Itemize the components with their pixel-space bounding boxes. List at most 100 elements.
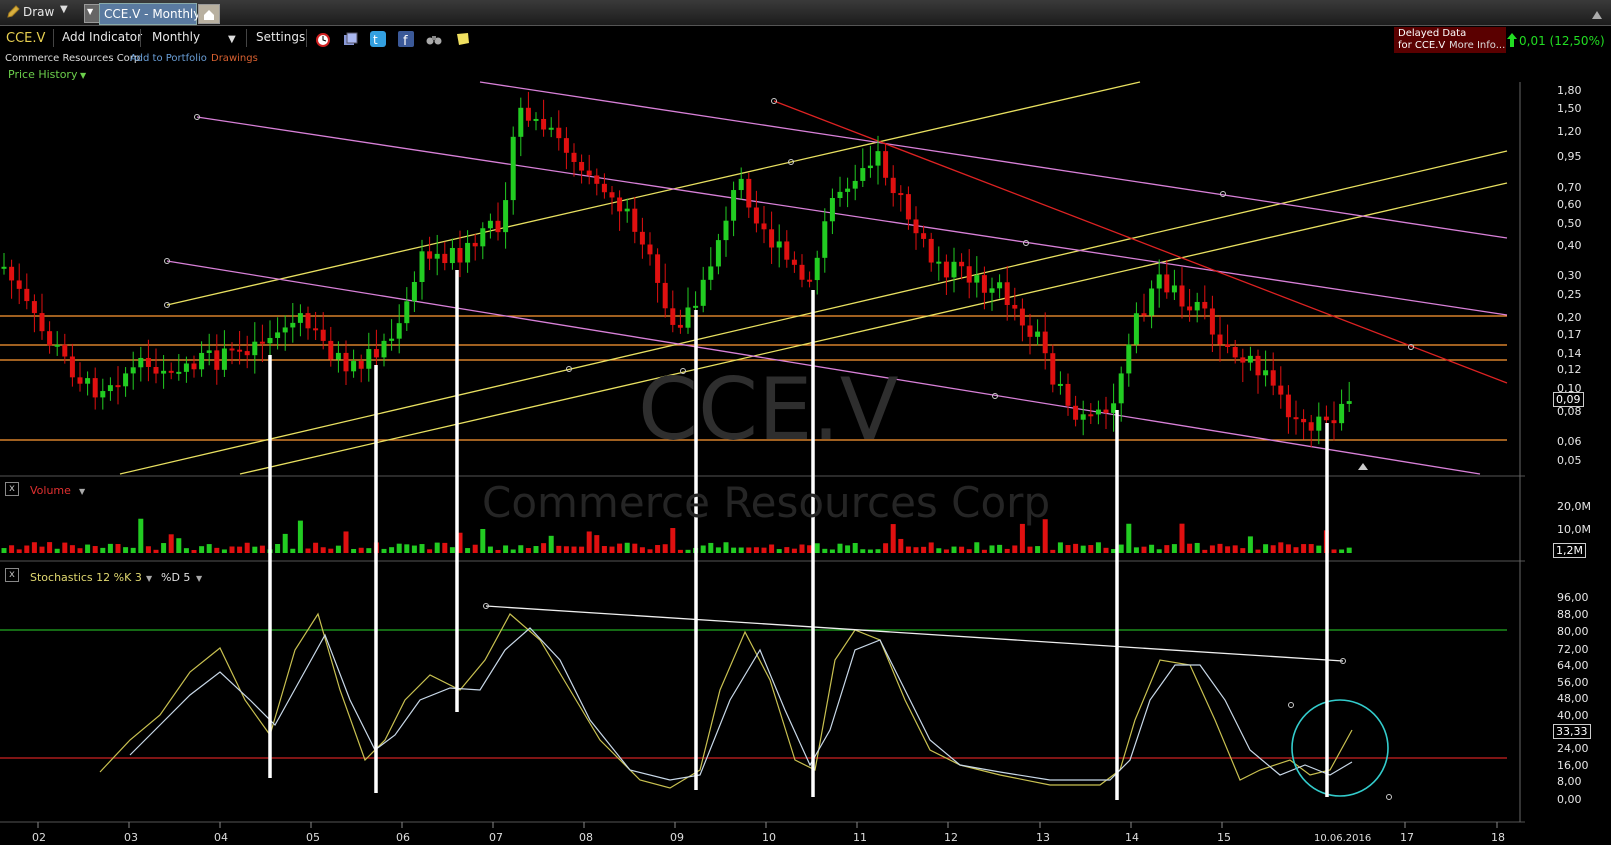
candle-body [335,352,341,360]
symbol-watermark: CCE.V [638,360,899,460]
x-tick: 18 [1491,831,1505,844]
chevron-down-icon[interactable]: ▼ [196,574,202,583]
binoculars-icon[interactable] [426,31,442,50]
more-info-link[interactable]: More Info... [1449,40,1505,51]
volume-bar [328,548,334,553]
candle-body [153,366,159,374]
candle-body [419,251,425,283]
candle-body [860,168,866,181]
chevron-down-icon[interactable]: ▼ [228,34,236,45]
candle-body [731,190,737,221]
candle-body [487,220,493,229]
chevron-down-icon[interactable]: ▼ [146,574,152,583]
layers-icon[interactable] [342,31,358,50]
volume-bar [153,549,159,553]
volume-bar [617,543,623,553]
new-tab-button[interactable] [198,4,220,24]
tab-menu-button[interactable]: ▼ [84,4,100,23]
price-tick: 0,70 [1557,181,1582,194]
volume-bar [936,548,942,553]
volume-bar [343,531,349,553]
candle-body [389,338,395,341]
chevron-down-icon[interactable]: ▼ [60,4,68,15]
candle-body [533,118,539,121]
volume-bar [130,547,136,553]
candle-body [1331,420,1337,424]
volume-bar [533,546,539,553]
close-volume-button[interactable]: x [5,482,19,496]
candle-body [1339,403,1345,424]
draw-menu[interactable]: Draw [23,5,54,19]
volume-bar [335,545,341,553]
volume-label[interactable]: Volume [30,484,71,497]
volume-bar [791,548,797,553]
chevron-down-icon[interactable]: ▼ [79,487,85,496]
volume-bar [434,542,440,553]
stochastics-label[interactable]: Stochastics 12 %K 3 [30,571,142,584]
candle-body [1042,331,1048,354]
volume-bar [1316,545,1322,553]
volume-bar [981,549,987,553]
pencil-icon[interactable] [6,5,20,22]
volume-bar [822,548,828,553]
current-stoch-box: 33,33 [1553,724,1591,739]
candle-body [890,177,896,194]
candle-body [974,275,980,283]
current-price-box: 0,09 [1553,392,1584,407]
volume-bar [624,542,630,553]
facebook-icon[interactable]: f [398,31,414,50]
volume-bar [541,543,547,553]
candle-body [981,275,987,293]
candle-body [107,385,113,392]
candle-body [328,340,334,360]
tab-active[interactable]: CCE.V - Monthly [99,3,200,25]
volume-bar [1171,544,1177,553]
note-icon[interactable] [455,31,471,50]
stoch-tick: 88,00 [1557,608,1589,621]
candle-body [685,307,691,328]
volume-bar [959,546,965,553]
add-to-portfolio-link[interactable]: Add to Portfolio [130,53,207,64]
drawings-link[interactable]: Drawings [211,53,258,64]
twitter-icon[interactable]: t [370,31,386,50]
candle-body [997,282,1003,289]
candle-body [753,207,759,224]
x-tick: 04 [214,831,228,844]
add-indicator-button[interactable]: Add Indicator [62,30,142,44]
candle-body [822,221,828,258]
volume-bar [738,547,744,553]
volume-bar [776,549,782,553]
candle-body [624,208,630,212]
symbol-label[interactable]: CCE.V [6,31,45,46]
home-icon [204,10,214,20]
volume-bar [655,545,661,553]
stochastics-d-label[interactable]: %D 5 [161,571,190,584]
volume-bar [1141,546,1147,553]
candle-body [867,165,873,169]
candle-body [381,340,387,358]
volume-bar [1065,545,1071,553]
delayed-data-badge[interactable]: Delayed Data for CCE.V More Info... [1394,27,1506,53]
volume-bar [1103,547,1109,553]
volume-bar [1194,542,1200,553]
volume-bar [176,538,182,553]
candle-body [898,193,904,196]
close-stochastics-button[interactable]: x [5,568,19,582]
stoch-tick: 48,00 [1557,692,1589,705]
volume-bar [16,549,22,553]
candle-body [1164,274,1170,293]
candle-body [541,118,547,130]
volume-bar [138,518,144,553]
chevron-up-icon[interactable] [1592,8,1602,22]
candle-body [404,301,410,324]
volume-bar [609,546,615,553]
settings-button[interactable]: Settings [256,30,305,44]
price-tick: 0,40 [1557,239,1582,252]
volume-bar [746,547,752,553]
chevron-down-icon[interactable]: ▼ [80,71,86,80]
price-history-menu[interactable]: Price History [8,68,77,81]
alarm-icon[interactable] [315,31,331,50]
divider [53,29,54,47]
interval-select[interactable]: Monthly [152,30,200,44]
volume-bar [753,547,759,553]
